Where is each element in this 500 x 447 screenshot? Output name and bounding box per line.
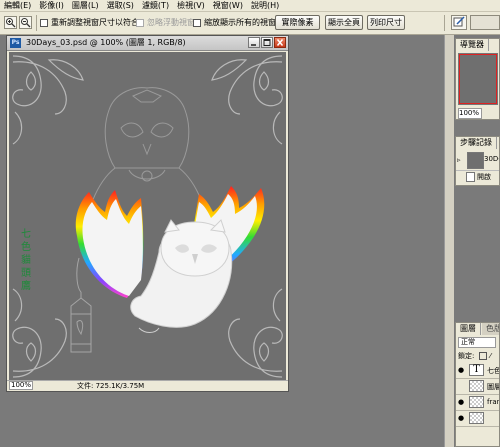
document-title: 30Days_03.psd @ 100% (圖層 1, RGB/8): [26, 38, 186, 47]
palette-well[interactable]: [470, 15, 500, 30]
panel-dock-strip: [444, 35, 454, 447]
text-layer-icon: T: [469, 364, 484, 376]
eye-icon[interactable]: ●: [458, 414, 466, 422]
document-canvas[interactable]: 七色貓頭鷹: [9, 52, 286, 381]
zoom-in-icon[interactable]: [4, 16, 17, 29]
layers-panel: 圖層 色版 正常 鎖定: ⁄ ● T 七色 圖層 ● fran ●: [455, 322, 500, 447]
fit-screen-button[interactable]: 顯示全頁: [325, 15, 363, 30]
ignore-palettes-label: 忽略浮動視窗: [147, 18, 195, 27]
file-size-info: 文件: 725.1K/3.75M: [77, 382, 145, 390]
zoom-all-windows-checkbox[interactable]: 縮放顯示所有的視窗: [193, 16, 276, 29]
layer-row[interactable]: ● fran: [456, 395, 500, 411]
menu-select[interactable]: 選取(S): [103, 0, 138, 11]
tab-channels[interactable]: 色版: [482, 323, 499, 335]
checkbox-box[interactable]: [40, 18, 48, 27]
menu-bar: 編輯(E) 影像(I) 圖層(L) 選取(S) 濾鏡(T) 檢視(V) 視窗(W…: [0, 0, 500, 12]
close-button[interactable]: [274, 37, 286, 48]
history-step-icon: [466, 172, 475, 182]
lock-row: 鎖定: ⁄: [456, 351, 499, 361]
lock-brush-icon[interactable]: ⁄: [490, 351, 491, 361]
document-window: Ps 30Days_03.psd @ 100% (圖層 1, RGB/8) 七色…: [6, 35, 289, 392]
options-bar: 重新調整視窗尺寸以符合 忽略浮動視窗 縮放顯示所有的視窗 實際像素 顯示全頁 列…: [0, 12, 500, 35]
photoshop-doc-icon: Ps: [10, 38, 21, 48]
layer-row[interactable]: 圖層: [456, 379, 500, 395]
tab-history[interactable]: 步驟記錄: [456, 137, 497, 149]
layer-row[interactable]: ● T 七色: [456, 363, 500, 379]
navigator-zoom-field[interactable]: 100%: [458, 108, 482, 119]
artwork: [9, 52, 286, 381]
history-snapshot-label: 30D-: [484, 155, 500, 163]
resize-windows-label: 重新調整視窗尺寸以符合: [51, 18, 139, 27]
actual-pixels-button[interactable]: 實際像素: [275, 15, 320, 30]
zoom-level-field[interactable]: 100%: [9, 381, 33, 390]
lock-transparency-icon[interactable]: [478, 352, 487, 360]
layer-name: 圖層: [487, 383, 500, 391]
navigator-view-box[interactable]: [459, 54, 497, 104]
history-step-row[interactable]: 開啟: [456, 171, 499, 182]
minimize-button[interactable]: [248, 37, 260, 48]
layer-thumbnail: [469, 396, 484, 408]
zoom-out-icon[interactable]: [19, 16, 32, 29]
resize-windows-checkbox[interactable]: 重新調整視窗尺寸以符合: [40, 16, 139, 29]
navigator-panel: 導覽器 100%: [455, 38, 500, 120]
layer-row[interactable]: ●: [456, 411, 499, 427]
palette-well-icon[interactable]: [451, 15, 467, 30]
zoom-all-windows-label: 縮放顯示所有的視窗: [204, 18, 276, 27]
menu-image[interactable]: 影像(I): [35, 0, 68, 11]
tab-layers[interactable]: 圖層: [456, 323, 481, 335]
checkbox-box[interactable]: [136, 18, 144, 27]
layer-name: fran: [487, 398, 500, 406]
navigator-preview[interactable]: [458, 53, 498, 105]
layer-name: 七色: [487, 367, 500, 375]
history-brush-icon: ▹: [457, 156, 461, 164]
toolbar-separator: [444, 15, 445, 31]
eye-icon[interactable]: ●: [458, 366, 466, 374]
maximize-button[interactable]: [261, 37, 273, 48]
checkbox-box[interactable]: [193, 18, 201, 27]
menu-view[interactable]: 檢視(V): [173, 0, 209, 11]
menu-help[interactable]: 說明(H): [247, 0, 283, 11]
history-step-label: 開啟: [477, 173, 491, 181]
layer-thumbnail: [469, 412, 484, 424]
eye-icon[interactable]: ●: [458, 398, 466, 406]
tab-navigator[interactable]: 導覽器: [456, 39, 489, 51]
vertical-title: 七色貓頭鷹: [21, 229, 31, 292]
menu-window[interactable]: 視窗(W): [209, 0, 247, 11]
document-status-bar: 100% 文件: 725.1K/3.75M: [7, 380, 288, 391]
ignore-palettes-checkbox[interactable]: 忽略浮動視窗: [136, 16, 195, 29]
history-thumbnail: [467, 152, 484, 169]
blend-mode-select[interactable]: 正常: [458, 337, 496, 348]
blend-mode-value: 正常: [461, 338, 475, 346]
document-title-bar[interactable]: Ps 30Days_03.psd @ 100% (圖層 1, RGB/8): [7, 36, 288, 51]
eye-icon[interactable]: [458, 382, 466, 390]
menu-edit[interactable]: 編輯(E): [0, 0, 35, 11]
toolbar-separator: [36, 15, 37, 31]
history-panel: 步驟記錄 ▹ 30D- 開啟: [455, 136, 500, 186]
layer-thumbnail: [469, 380, 484, 392]
history-snapshot-row[interactable]: ▹ 30D-: [456, 150, 500, 171]
print-size-button[interactable]: 列印尺寸: [367, 15, 405, 30]
menu-layer[interactable]: 圖層(L): [68, 0, 103, 11]
lock-label: 鎖定:: [458, 352, 475, 360]
menu-filter[interactable]: 濾鏡(T): [138, 0, 173, 11]
